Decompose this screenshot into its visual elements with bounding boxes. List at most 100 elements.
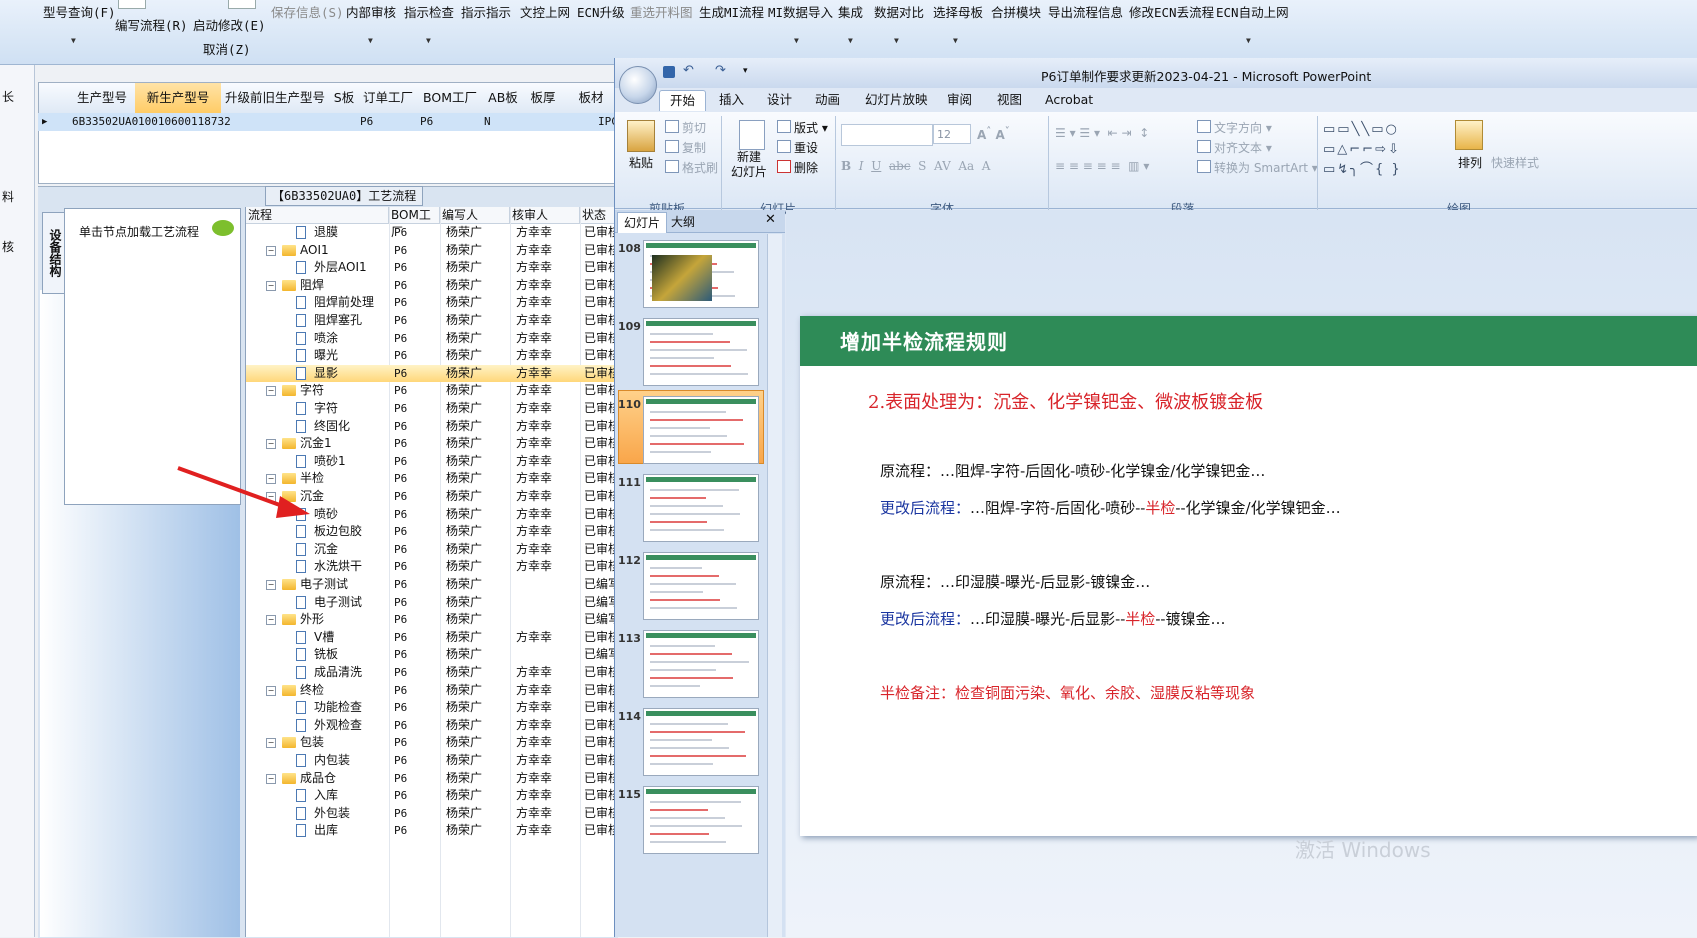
tree-folder-row[interactable]: − 字符 P6 杨荣广 方幸幸 已审核 [246,382,620,400]
grid-header-s-board[interactable]: S板 [329,83,360,114]
paste-icon[interactable] [627,120,655,152]
new-slide-icon[interactable] [739,120,765,150]
slide-thumbnail[interactable] [643,630,759,698]
toolbar-export-flow[interactable]: 导出流程信息 [1048,2,1123,21]
tree-header-author[interactable]: 编写人 [440,207,510,224]
tab-review[interactable]: 审阅 [937,90,982,110]
tree-step-row[interactable]: 曝光 P6 杨荣广 方幸幸 已审核 [246,347,620,365]
tree-step-row[interactable]: 外层AOI1 P6 杨荣广 方幸幸 已审核 [246,259,620,277]
toolbar-internal-review[interactable]: 内部审核 ▼ [346,2,396,45]
save-icon[interactable] [663,66,675,78]
tree-folder-row[interactable]: − 成品仓 P6 杨荣广 方幸幸 已审核 [246,770,620,788]
toolbar-start-modify[interactable]: 启动修改(E) 取消(Z) [193,15,266,58]
tree-step-row[interactable]: 阻焊前处理 P6 杨荣广 方幸幸 已审核 [246,294,620,312]
grid-header-bom-factory[interactable]: BOM工厂 [417,83,484,114]
grow-font-icon[interactable]: A˄ A˅ [977,126,1010,142]
tree-step-row[interactable]: 水洗烘干 P6 杨荣广 方幸幸 已审核 [246,558,620,576]
table-row[interactable]: ▶ 6B33502UA0 10010600118732 P6 P6 N IPC [38,113,618,131]
tree-step-row[interactable]: 成品清洗 P6 杨荣广 方幸幸 已审核 [246,664,620,682]
tree-folder-row[interactable]: − 阻焊 P6 杨荣广 方幸幸 已审核 [246,277,620,295]
format-painter-button[interactable]: 格式刷 [665,159,718,176]
tree-step-row[interactable]: 内包装 P6 杨荣广 方幸幸 已审核 [246,752,620,770]
toolbar-data-compare[interactable]: 数据对比 ▼ [874,2,924,45]
toolbar-ecn-auto[interactable]: ECN自动上网 ▼ [1216,2,1289,45]
shapes-gallery[interactable]: ▭▭╲╲▭○ ▭△⌐⌐⇨⇩ ▭↯╮⌒{ } [1323,120,1402,180]
tree-header-bom[interactable]: BOM工厂 [389,207,440,239]
grid-header-thickness[interactable]: 板厚 [523,83,564,114]
toolbar-write-flow[interactable]: 编写流程(R) [115,15,188,34]
vertical-tab[interactable]: 设备结构 [42,212,65,294]
tree-step-row[interactable]: 电子测试 P6 杨荣广 已编写 [246,594,620,612]
toolbar-fix-ecn[interactable]: 修改ECN丢流程 [1129,2,1214,21]
tree-step-row[interactable]: 功能检查 P6 杨荣广 方幸幸 已审核 [246,699,620,717]
collapse-icon[interactable]: − [266,580,276,590]
quick-styles-button[interactable]: 快速样式 [1491,154,1539,171]
tree-folder-row[interactable]: − 电子测试 P6 杨荣广 已编写 [246,576,620,594]
tree-folder-row[interactable]: − 外形 P6 杨荣广 已编写 [246,611,620,629]
collapse-icon[interactable]: − [266,738,276,749]
grid-header-new-model[interactable]: 新生产型号 [135,83,222,114]
tree-folder-row[interactable]: − AOI1 P6 杨荣广 方幸幸 已审核 [246,242,620,260]
tab-animation[interactable]: 动画 [805,90,850,110]
tree-step-row[interactable]: 喷涂 P6 杨荣广 方幸幸 已审核 [246,330,620,348]
collapse-icon[interactable]: − [266,245,276,256]
tree-step-row[interactable]: 终固化 P6 杨荣广 方幸幸 已审核 [246,418,620,436]
text-direction-button[interactable]: 文字方向 ▾ [1197,119,1272,136]
collapse-icon[interactable]: − [266,280,276,291]
align-buttons[interactable]: ≡ ≡ ≡ ≡ ≡ ▥ ▾ [1055,159,1149,173]
collapse-icon[interactable]: − [266,439,276,450]
font-size-box[interactable]: 12 [933,124,971,144]
tab-view[interactable]: 视图 [987,90,1032,110]
grid-header-ab-board[interactable]: AB板 [483,83,524,114]
tree-folder-row[interactable]: − 沉金1 P6 杨荣广 方幸幸 已审核 [246,435,620,453]
slide-thumbnail[interactable] [643,318,759,386]
slide-thumbnail[interactable] [643,552,759,620]
tree-step-row[interactable]: V槽 P6 杨荣广 方幸幸 已审核 [246,629,620,647]
tab-outline[interactable]: 大纲 [665,212,701,232]
font-style-buttons[interactable]: B I U abc S AV Aa A [841,159,990,173]
align-text-button[interactable]: 对齐文本 ▾ [1197,139,1272,156]
tab-insert[interactable]: 插入 [709,90,754,110]
tab-slideshow[interactable]: 幻灯片放映 [855,90,938,110]
toolbar-select-motherboard[interactable]: 选择母板 ▼ [933,2,983,45]
toolbar-merge-module[interactable]: 合拼模块 [991,2,1041,21]
collapse-icon[interactable]: − [266,386,276,397]
toolbar-reselect-cutting[interactable]: 重选开料图 [630,2,693,21]
toolbar-integrate[interactable]: 集成 ▼ [838,2,863,45]
office-button-icon[interactable] [619,66,657,104]
toolbar-check-instruction[interactable]: 指示检查 ▼ [404,2,454,45]
left-nav-item[interactable]: 料 [0,186,34,208]
tab-home[interactable]: 开始 [659,90,707,111]
tree-step-row[interactable]: 字符 P6 杨荣广 方幸幸 已审核 [246,400,620,418]
tree-step-row[interactable]: 入库 P6 杨荣广 方幸幸 已审核 [246,787,620,805]
new-slide-button[interactable]: 新建 幻灯片 [731,150,767,180]
slide-thumbnail[interactable] [643,474,759,542]
grid-header-order-factory[interactable]: 订单工厂 [359,83,418,114]
redo-icon[interactable]: ↷ [715,63,726,78]
arrange-icon[interactable] [1455,120,1483,150]
collapse-icon[interactable]: − [266,615,276,626]
grid-header-model[interactable]: 生产型号 [69,83,136,114]
arrange-button[interactable]: 排列 [1458,154,1482,171]
tree-step-row[interactable]: 退膜 P6 杨荣广 方幸幸 已审核 [246,224,620,242]
layout-button[interactable]: 版式 ▾ [777,119,828,136]
slide-thumbnail[interactable] [643,396,759,464]
grid-header-material[interactable]: 板材 [563,83,620,114]
close-pane-icon[interactable]: ✕ [765,212,776,227]
collapse-icon[interactable]: − [266,773,276,784]
current-slide[interactable]: 增加半检流程规则 2.表面处理为：沉金、化学镍钯金、微波板镀金板 原流程：…阻焊… [800,316,1697,836]
left-nav-item[interactable]: 长 [0,86,34,108]
convert-smartart-button[interactable]: 转换为 SmartArt ▾ [1197,159,1318,176]
tree-step-row[interactable]: 显影 P6 杨荣广 方幸幸 已审核 [246,364,620,383]
slide-thumbnail[interactable] [643,786,759,854]
copy-button[interactable]: 复制 [665,139,706,156]
list-buttons[interactable]: ☰ ▾ ☰ ▾ ⇤ ⇥ ↕ [1055,126,1149,140]
slide-thumbnail[interactable] [643,240,759,308]
collapse-icon[interactable]: − [266,685,276,696]
tab-slides[interactable]: 幻灯片 [617,212,668,233]
tab-acrobat[interactable]: Acrobat [1035,90,1103,110]
toolbar-ecn-upgrade[interactable]: ECN升级 [577,2,625,21]
slide-thumbnail[interactable] [643,708,759,776]
delete-button[interactable]: 删除 [777,159,818,176]
toolbar-instruction[interactable]: 指示指示 [461,2,511,21]
